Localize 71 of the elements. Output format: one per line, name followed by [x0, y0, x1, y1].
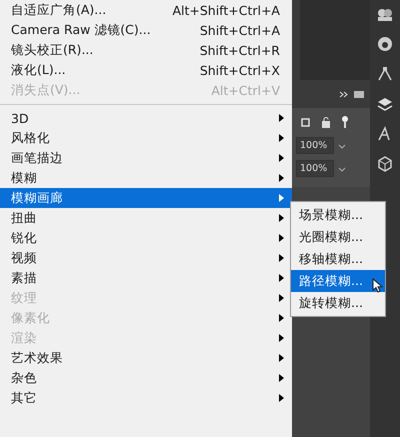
menu-item-label: 像素化: [11, 310, 50, 326]
submenu-arrow-icon: [279, 174, 284, 182]
menu-item-label: 3D: [11, 110, 29, 126]
submenu-arrow-icon: [279, 314, 284, 322]
menu-item[interactable]: 路径模糊...: [291, 270, 385, 292]
menu-item-label: 风格化: [11, 130, 50, 146]
menu-item-label: 视频: [11, 250, 37, 266]
lock-icon[interactable]: [321, 116, 331, 128]
submenu-item[interactable]: 扭曲: [0, 208, 292, 228]
color-wheel-icon[interactable]: [377, 36, 393, 52]
menu-item-label: 模糊: [11, 170, 37, 186]
submenu-arrow-icon: [279, 254, 284, 262]
menu-item[interactable]: 旋转模糊...: [291, 292, 385, 314]
menu-item-label: 消失点(V)...: [11, 82, 80, 98]
submenu-arrow-icon: [279, 214, 284, 222]
menu-item[interactable]: 光圈模糊...: [291, 226, 385, 248]
shortcut-label: Shift+Ctrl+X: [200, 62, 280, 78]
shortcut-label: Alt+Shift+Ctrl+A: [172, 2, 280, 18]
menu-item-label: 模糊画廊: [11, 190, 63, 206]
submenu-item[interactable]: 模糊: [0, 168, 292, 188]
submenu-item[interactable]: 模糊画廊: [0, 188, 292, 208]
menu-item[interactable]: 自适应广角(A)... Alt+Shift+Ctrl+A: [0, 0, 292, 20]
shortcut-label: Shift+Ctrl+A: [200, 22, 280, 38]
submenu-item[interactable]: 视频: [0, 248, 292, 268]
layers-icon[interactable]: [377, 96, 393, 112]
submenu-arrow-icon: [279, 394, 284, 402]
menu-item[interactable]: 液化(L)... Shift+Ctrl+X: [0, 60, 292, 80]
mouse-pointer-icon: [372, 278, 383, 293]
menu-item-label: 其它: [11, 390, 37, 406]
submenu-item[interactable]: 杂色: [0, 368, 292, 388]
menu-item-label: 画笔描边: [11, 150, 63, 166]
submenu-arrow-icon: [279, 374, 284, 382]
submenu-arrow-icon: [279, 194, 284, 202]
submenu-arrow-icon: [279, 274, 284, 282]
shortcut-label: Shift+Ctrl+R: [200, 42, 280, 58]
submenu-item[interactable]: 风格化: [0, 128, 292, 148]
menu-item[interactable]: 镜头校正(R)... Shift+Ctrl+R: [0, 40, 292, 60]
submenu-item[interactable]: 3D: [0, 108, 292, 128]
menu-item-label: 扭曲: [11, 210, 37, 226]
menu-item-label: 艺术效果: [11, 350, 63, 366]
menu-item-label: 杂色: [11, 370, 37, 386]
menu-item-label: 纹理: [11, 290, 37, 306]
menu-item-label: 锐化: [11, 230, 37, 246]
submenu-arrow-icon: [279, 234, 284, 242]
menu-item-label: 素描: [11, 270, 37, 286]
opacity-field[interactable]: 100%: [296, 137, 334, 154]
collapse-icon: [339, 90, 348, 98]
submenu-arrow-icon: [279, 154, 284, 162]
submenu-arrow-icon: [279, 334, 284, 342]
menu-item-label: 镜头校正(R)...: [11, 42, 94, 58]
shortcut-label: Alt+Ctrl+V: [211, 82, 280, 98]
cube-icon[interactable]: [377, 156, 393, 172]
menu-item[interactable]: Camera Raw 滤镜(C)... Shift+Ctrl+A: [0, 20, 292, 40]
submenu-arrow-icon: [279, 354, 284, 362]
menu-item-label: 液化(L)...: [11, 62, 66, 78]
panel-menu-icon[interactable]: [354, 90, 364, 98]
menu-item-label: Camera Raw 滤镜(C)...: [11, 22, 151, 38]
submenu-item[interactable]: 素描: [0, 268, 292, 288]
menu-item[interactable]: 场景模糊...: [291, 204, 385, 226]
transform-icon[interactable]: [300, 116, 311, 128]
submenu-arrow-icon: [279, 294, 284, 302]
submenu-arrow-icon: [279, 134, 284, 142]
submenu-item[interactable]: 锐化: [0, 228, 292, 248]
fill-field[interactable]: 100%: [296, 160, 334, 177]
submenu-arrow-icon: [279, 114, 284, 122]
submenu-item[interactable]: 艺术效果: [0, 348, 292, 368]
menu-item-label: 自适应广角(A)...: [11, 2, 106, 18]
submenu-item[interactable]: 画笔描边: [0, 148, 292, 168]
menu-item-label: 渲染: [11, 330, 37, 346]
menu-item[interactable]: 移轴模糊...: [291, 248, 385, 270]
submenu-item[interactable]: 其它: [0, 388, 292, 408]
